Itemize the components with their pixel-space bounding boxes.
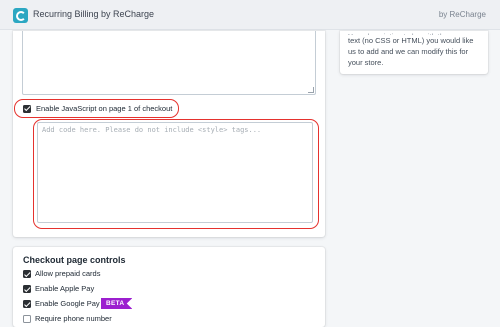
require-phone-checkbox[interactable] [23, 315, 31, 323]
beta-badge: BETA [101, 298, 133, 309]
sidebar-help-line: text (no CSS or HTML) you would like [348, 36, 474, 45]
resize-grip-icon[interactable] [308, 87, 314, 93]
option-allow-prepaid[interactable]: Allow prepaid cards [23, 269, 143, 279]
previous-code-textarea[interactable] [22, 31, 316, 95]
enable-javascript-row[interactable]: Enable JavaScript on page 1 of checkout [14, 99, 179, 118]
option-apple-pay[interactable]: Enable Apple Pay [23, 284, 143, 294]
vendor-label: by ReCharge [438, 10, 486, 19]
app-title: Recurring Billing by ReCharge [33, 9, 155, 19]
apple-pay-label[interactable]: Enable Apple Pay [35, 284, 94, 293]
google-pay-label[interactable]: Enable Google Pay [35, 299, 100, 308]
option-require-phone[interactable]: Require phone number [23, 314, 143, 324]
recharge-logo-icon [13, 8, 28, 23]
sidebar-help-line: your store. [348, 58, 384, 67]
sidebar-help-text: Your description to be with the text (no… [348, 31, 480, 68]
sidebar-help-line: us to add and we can modify this for [348, 47, 469, 56]
app-header-bar: Recurring Billing by ReCharge by ReCharg… [0, 0, 500, 30]
enable-javascript-label[interactable]: Enable JavaScript on page 1 of checkout [36, 104, 172, 113]
enable-javascript-checkbox[interactable] [23, 104, 31, 113]
allow-prepaid-checkbox[interactable] [23, 270, 31, 278]
google-pay-checkbox[interactable] [23, 300, 31, 308]
custom-javascript-input[interactable] [37, 122, 313, 223]
allow-prepaid-label[interactable]: Allow prepaid cards [35, 269, 100, 278]
require-phone-label[interactable]: Require phone number [35, 314, 112, 323]
apple-pay-checkbox[interactable] [23, 285, 31, 293]
checkout-controls-title: Checkout page controls [23, 255, 126, 265]
option-google-pay[interactable]: Enable Google Pay BETA [23, 298, 163, 309]
